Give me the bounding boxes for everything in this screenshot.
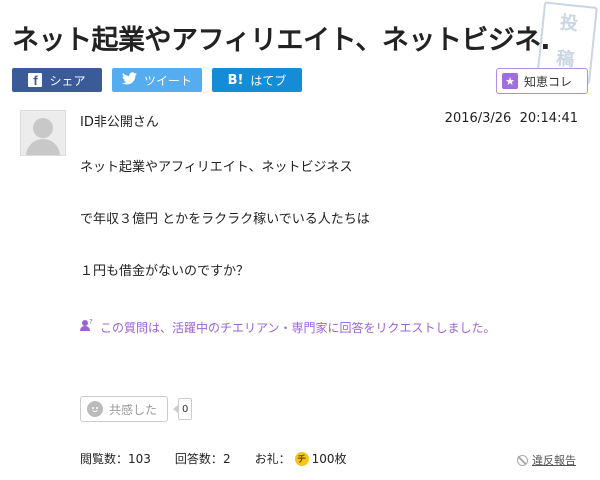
- svg-text:?: ?: [89, 318, 93, 326]
- report-link[interactable]: 違反報告: [517, 452, 576, 468]
- chiekore-button[interactable]: ★ 知恵コレ: [496, 68, 588, 94]
- empathy-count: 0: [172, 398, 193, 420]
- reward-value: 100枚: [311, 452, 347, 466]
- share-bar: f シェア ツイート B! はてブ: [12, 68, 302, 92]
- empathy-button[interactable]: 共感した: [80, 396, 168, 422]
- post-time: 20:14:41: [519, 111, 578, 126]
- chiekore-label: 知恵コレ: [524, 74, 573, 89]
- answer-count-value: 2: [222, 451, 231, 466]
- prohibited-icon: [517, 454, 528, 466]
- question-line-2: で年収３億円 とかをラクラク稼いでいる人たちは: [80, 212, 370, 227]
- facebook-share-label: シェア: [49, 73, 86, 88]
- facebook-icon: f: [28, 73, 43, 87]
- hatena-bookmark-icon: B!: [227, 72, 244, 88]
- request-notice-text: この質問は、活躍中のチエリアン・専門家に回答をリクエストしました。: [100, 320, 496, 335]
- reward: お礼： チ 100枚: [255, 450, 347, 467]
- request-notice: ? この質問は、活躍中のチエリアン・専門家に回答をリクエストしました。: [80, 318, 496, 336]
- smile-face-icon: [87, 401, 103, 417]
- avatar-body-shape: [26, 139, 60, 155]
- twitter-bird-icon: [121, 72, 137, 88]
- reward-label: お礼：: [254, 452, 291, 466]
- hatena-bookmark-label: はてブ: [250, 73, 287, 88]
- answer-count-label: 回答数：: [174, 452, 223, 466]
- avatar: [20, 110, 66, 156]
- view-count-label: 閲覧数：: [80, 452, 129, 466]
- star-icon: ★: [502, 73, 518, 89]
- empathy-section: 共感した 0: [80, 396, 193, 422]
- coin-icon: チ: [294, 451, 309, 466]
- hatena-bookmark-button[interactable]: B! はてブ: [212, 68, 302, 92]
- question-line-1: ネット起業やアフィリエイト、ネットビジネス: [80, 160, 353, 175]
- question-line-3: １円も借金がないのですか？: [80, 264, 250, 279]
- twitter-share-label: ツイート: [143, 73, 192, 88]
- empathy-label: 共感した: [109, 402, 158, 417]
- avatar-head-shape: [33, 118, 53, 138]
- facebook-share-button[interactable]: f シェア: [12, 68, 102, 92]
- view-count-value: 103: [128, 451, 151, 466]
- question-body: ネット起業やアフィリエイト、ネットビジネス で年収３億円 とかをラクラク稼いでい…: [80, 160, 580, 316]
- post-date: 2016/3/26: [444, 111, 512, 126]
- answer-count: 回答数： 2: [175, 450, 231, 467]
- question-stats: 閲覧数： 103 回答数： 2 お礼： チ 100枚: [80, 450, 371, 467]
- stamp-char-1: 投: [558, 12, 580, 35]
- person-question-icon: ?: [80, 318, 94, 336]
- twitter-share-button[interactable]: ツイート: [112, 68, 202, 92]
- question-title: ネット起業やアフィリエイト、ネットビジネ…: [12, 25, 552, 56]
- username: ID非公開さん: [80, 115, 159, 130]
- report-label: 違反報告: [532, 454, 576, 467]
- post-datetime: 2016/3/26 20:14:41: [445, 111, 578, 126]
- view-count: 閲覧数： 103: [80, 450, 151, 467]
